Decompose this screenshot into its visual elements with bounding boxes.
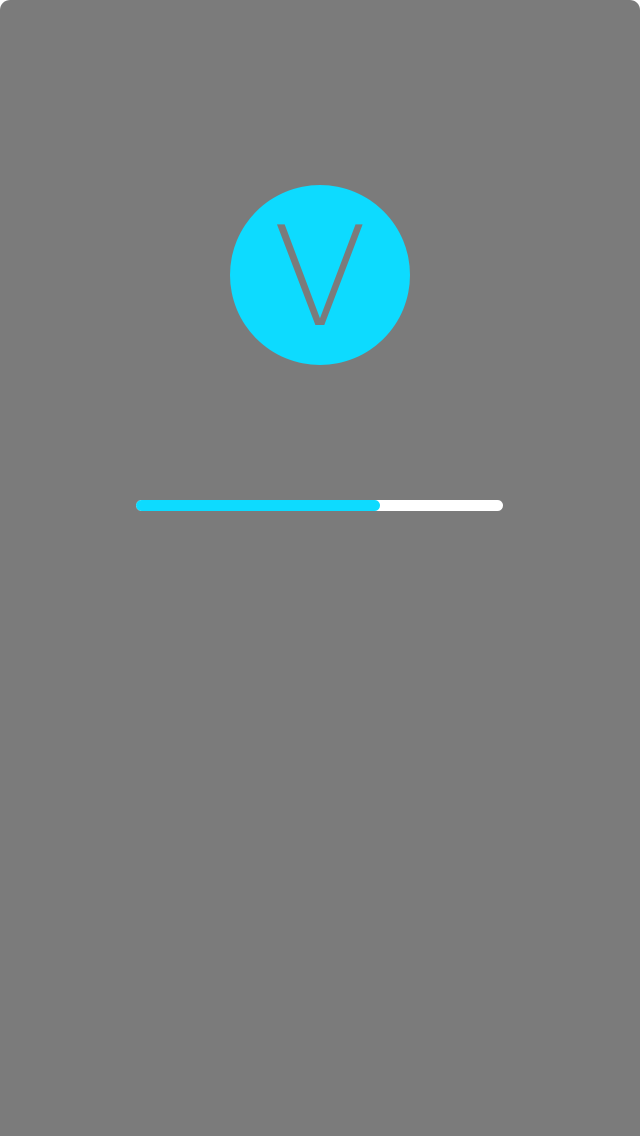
app-logo: V bbox=[230, 185, 410, 365]
logo-letter: V bbox=[272, 197, 368, 358]
loading-progress-bar bbox=[136, 500, 503, 511]
loading-progress-fill bbox=[136, 500, 381, 511]
splash-screen: V bbox=[0, 0, 640, 1136]
